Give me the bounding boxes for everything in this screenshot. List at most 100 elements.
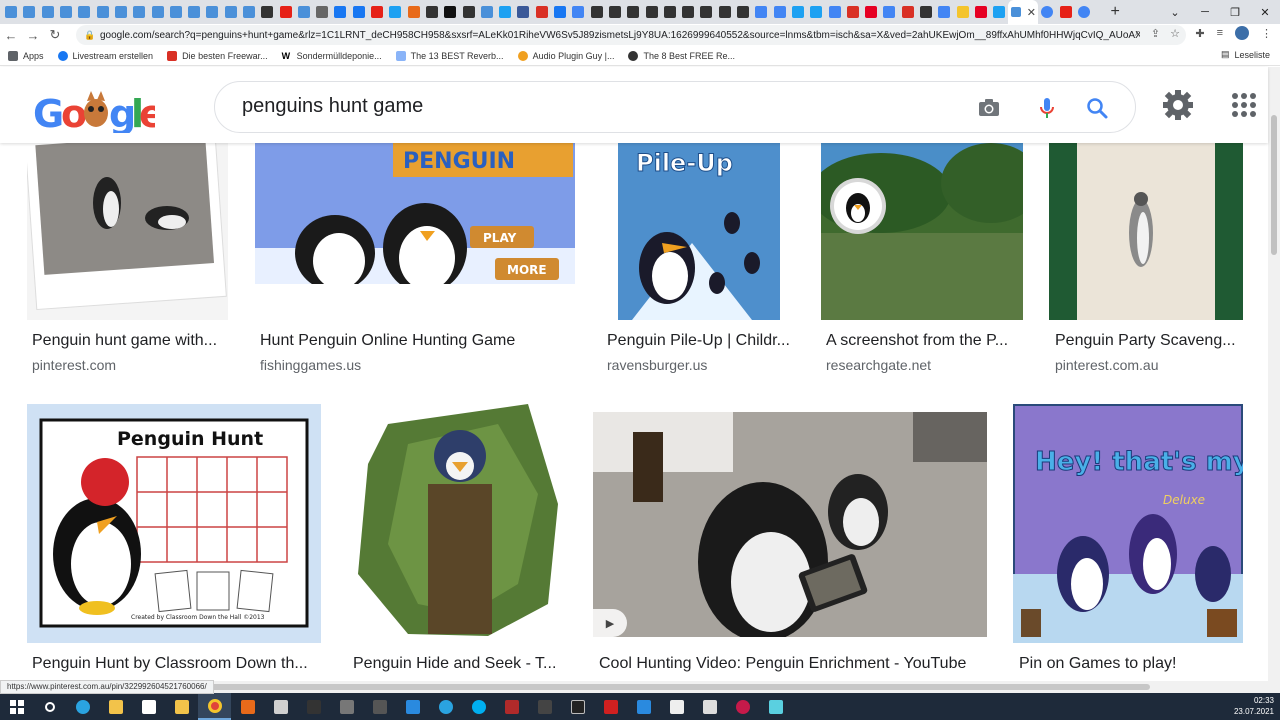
- search-input[interactable]: penguins hunt game: [242, 95, 423, 118]
- taskbar-chrome-icon[interactable]: [198, 693, 231, 720]
- taskbar-app-icon[interactable]: [396, 693, 429, 720]
- taskbar-app-icon[interactable]: [297, 693, 330, 720]
- reload-icon[interactable]: ↻: [44, 27, 66, 43]
- pinned-tab[interactable]: [459, 0, 477, 24]
- result-thumbnail[interactable]: Penguin Hunt Created by Classroom Down th…: [27, 404, 321, 643]
- result-card[interactable]: Penguin Hide and Seek - T...: [348, 404, 566, 681]
- pinned-tab[interactable]: [405, 0, 423, 24]
- pinned-tab[interactable]: [935, 0, 953, 24]
- tab-google[interactable]: [1075, 0, 1093, 24]
- taskbar-app-icon[interactable]: [231, 693, 264, 720]
- start-button[interactable]: [0, 693, 33, 720]
- pinned-tab[interactable]: [807, 0, 825, 24]
- pinned-tab[interactable]: [551, 0, 569, 24]
- result-thumbnail[interactable]: PENGUIN PLAY MORE: [255, 143, 575, 284]
- result-source[interactable]: pinterest.com.au: [1055, 357, 1159, 373]
- result-thumbnail[interactable]: [27, 143, 228, 320]
- result-thumbnail[interactable]: [1049, 143, 1243, 320]
- pinned-tab[interactable]: [313, 0, 331, 24]
- pinned-tab[interactable]: [57, 0, 75, 24]
- bookmark-item[interactable]: Audio Plugin Guy |...: [517, 50, 614, 61]
- result-caption[interactable]: Penguin hunt game with...: [32, 332, 228, 350]
- result-card[interactable]: PENGUIN PLAY MORE Hunt Penguin Online Hunt…: [255, 143, 575, 383]
- taskbar-app-icon[interactable]: [528, 693, 561, 720]
- bookmark-apps[interactable]: Apps: [8, 50, 44, 61]
- result-card[interactable]: Penguin hunt game with... pinterest.com: [27, 143, 228, 383]
- taskbar-app-icon[interactable]: [363, 693, 396, 720]
- taskbar-telegram-icon[interactable]: [429, 693, 462, 720]
- pinned-tab[interactable]: [679, 0, 697, 24]
- pinned-tab[interactable]: [20, 0, 38, 24]
- microphone-icon[interactable]: [1033, 94, 1061, 122]
- result-card[interactable]: Hey! that's my fish! Deluxe Pin on Games …: [1013, 404, 1243, 681]
- result-source[interactable]: fishinggames.us: [260, 357, 361, 373]
- pinned-tab[interactable]: [953, 0, 971, 24]
- extensions-icon[interactable]: ✚: [1195, 27, 1204, 40]
- taskbar-app-icon[interactable]: [561, 693, 594, 720]
- pinned-tab[interactable]: [368, 0, 386, 24]
- maximize-icon[interactable]: ❐: [1220, 6, 1250, 19]
- address-bar[interactable]: 🔒 google.com/search?q=penguins+hunt+game…: [76, 25, 1186, 45]
- new-tab-button[interactable]: +: [1105, 3, 1125, 21]
- pinned-tab[interactable]: [295, 0, 313, 24]
- taskbar-app-icon[interactable]: [594, 693, 627, 720]
- pinned-tab[interactable]: [588, 0, 606, 24]
- pinned-tab[interactable]: [39, 0, 57, 24]
- pinned-tab[interactable]: [93, 0, 111, 24]
- reading-list[interactable]: ▤ Leseliste: [1221, 49, 1270, 60]
- pinned-tab[interactable]: [716, 0, 734, 24]
- tab-youtube[interactable]: [1057, 0, 1075, 24]
- profile-avatar[interactable]: [1235, 26, 1249, 40]
- pinned-tab[interactable]: [203, 0, 221, 24]
- bookmark-item[interactable]: Livestream erstellen: [57, 50, 153, 61]
- taskbar-folder-icon[interactable]: [165, 693, 198, 720]
- pinned-tab[interactable]: [276, 0, 294, 24]
- result-caption[interactable]: Penguin Party Scaveng...: [1055, 332, 1243, 350]
- pinned-tab[interactable]: [478, 0, 496, 24]
- camera-icon[interactable]: [975, 94, 1003, 122]
- settings-gear-icon[interactable]: [1162, 89, 1194, 121]
- pinned-tab[interactable]: [130, 0, 148, 24]
- taskbar-store-icon[interactable]: [132, 693, 165, 720]
- back-icon[interactable]: ←: [0, 28, 22, 43]
- search-box[interactable]: penguins hunt game: [214, 81, 1136, 133]
- tab-search-icon[interactable]: ⌄: [1160, 6, 1190, 19]
- video-play-icon[interactable]: ▶: [593, 609, 627, 637]
- result-caption[interactable]: Penguin Hide and Seek - T...: [353, 655, 566, 673]
- pinned-tab[interactable]: [331, 0, 349, 24]
- result-thumbnail[interactable]: ▶: [593, 412, 987, 637]
- vertical-scrollbar[interactable]: [1268, 67, 1280, 681]
- result-thumbnail[interactable]: [348, 404, 566, 643]
- result-card[interactable]: Penguin Hunt Created by Classroom Down th…: [27, 404, 321, 681]
- zoom-icon[interactable]: ⌕: [1135, 27, 1141, 40]
- result-card[interactable]: A screenshot from the P... researchgate.…: [821, 143, 1023, 383]
- pinned-tab[interactable]: [770, 0, 788, 24]
- pinned-tab[interactable]: [642, 0, 660, 24]
- close-window-icon[interactable]: ✕: [1250, 6, 1280, 19]
- google-doodle-logo[interactable]: G o g l e: [33, 89, 155, 133]
- tab-close-icon[interactable]: ✕: [1027, 6, 1036, 19]
- result-caption[interactable]: Penguin Pile-Up | Childr...: [607, 332, 795, 350]
- pinned-tab[interactable]: [972, 0, 990, 24]
- tab-active[interactable]: ✕: [1008, 0, 1039, 24]
- bookmark-item[interactable]: The 13 BEST Reverb...: [395, 50, 504, 61]
- pinned-tab[interactable]: [2, 0, 20, 24]
- vertical-scroll-thumb[interactable]: [1271, 115, 1277, 255]
- result-thumbnail[interactable]: Pile-Up: [602, 143, 795, 320]
- pinned-tab[interactable]: [569, 0, 587, 24]
- result-caption[interactable]: Pin on Games to play!: [1019, 655, 1243, 673]
- pinned-tab[interactable]: [917, 0, 935, 24]
- menu-icon[interactable]: ⋮: [1261, 27, 1272, 40]
- pinned-tab[interactable]: [386, 0, 404, 24]
- pinned-tab[interactable]: [240, 0, 258, 24]
- media-icon[interactable]: ≡: [1217, 27, 1223, 39]
- pinned-tab[interactable]: [533, 0, 551, 24]
- url-text[interactable]: google.com/search?q=penguins+hunt+game&r…: [100, 30, 1140, 41]
- result-caption[interactable]: Hunt Penguin Online Hunting Game: [260, 332, 575, 350]
- result-caption[interactable]: A screenshot from the P...: [826, 332, 1023, 350]
- taskbar-app-icon[interactable]: [495, 693, 528, 720]
- forward-icon[interactable]: →: [22, 28, 44, 43]
- pinned-tab[interactable]: [844, 0, 862, 24]
- pinned-tab[interactable]: [606, 0, 624, 24]
- search-icon[interactable]: [1083, 94, 1111, 122]
